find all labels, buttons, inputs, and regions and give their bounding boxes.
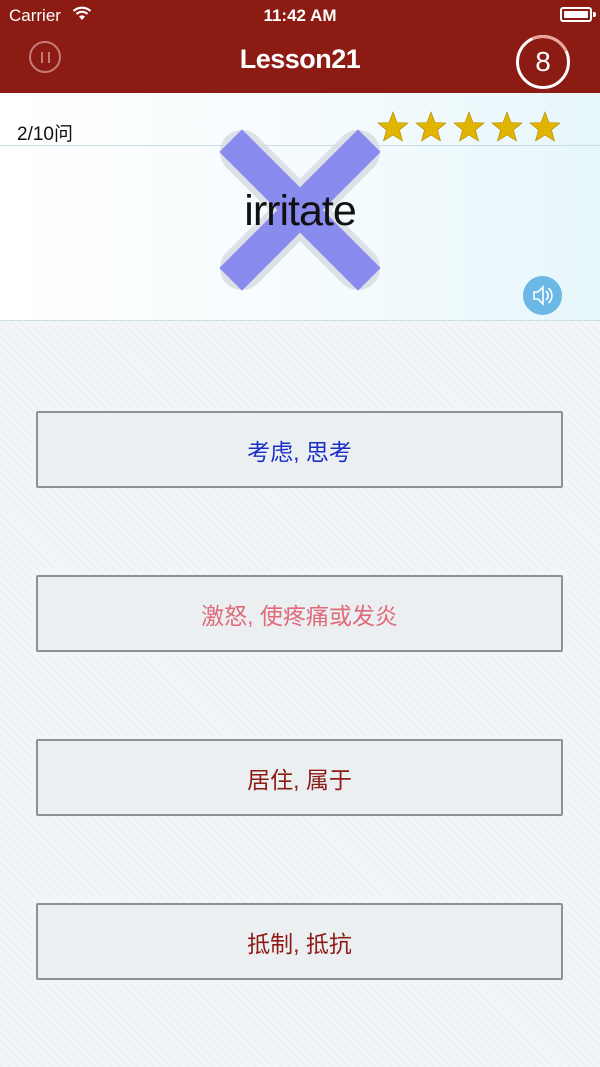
answer-option-3[interactable]: 居住, 属于 [36, 739, 563, 816]
battery-icon [560, 7, 596, 22]
answer-option-4[interactable]: 抵制, 抵抗 [36, 903, 563, 980]
clock: 11:42 AM [263, 6, 337, 25]
star-icon [529, 111, 561, 142]
question-counter: 2/10问 [17, 124, 73, 145]
countdown-timer: 8 [516, 35, 570, 89]
speaker-icon[interactable] [523, 276, 562, 315]
answer-option-2[interactable]: 激怒, 使疼痛或发炎 [36, 575, 563, 652]
status-bar: Carrier 11:42 AM [0, 0, 600, 30]
star-icon [415, 111, 447, 142]
star-rating [377, 111, 561, 142]
question-word: irritate [244, 187, 356, 235]
answer-option-1[interactable]: 考虑, 思考 [36, 411, 563, 488]
answer-list: 考虑, 思考 激怒, 使疼痛或发炎 居住, 属于 抵制, 抵抗 [0, 321, 600, 1067]
star-icon [453, 111, 485, 142]
page-title: Lesson21 [239, 44, 361, 74]
nav-bar: Carrier 11:42 AM Lesson21 8 [0, 0, 600, 93]
star-icon [491, 111, 523, 142]
star-icon [377, 111, 409, 142]
speaker-glyph [533, 285, 553, 306]
